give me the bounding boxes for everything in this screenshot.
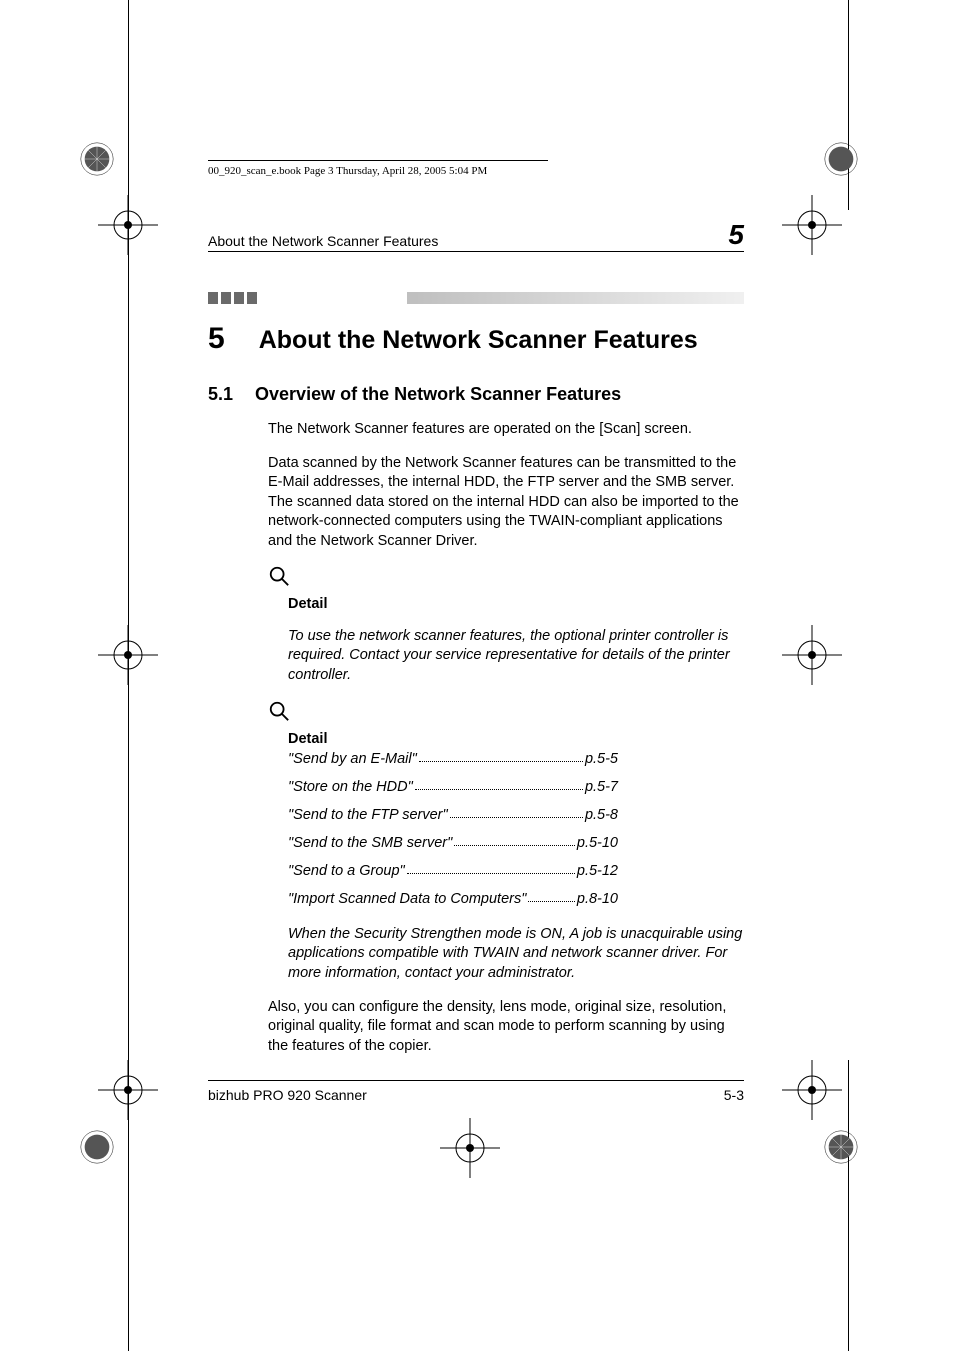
page: 00_920_scan_e.book Page 3 Thursday, Apri… [0, 0, 954, 1351]
registration-mark-icon [782, 1060, 842, 1120]
toc-entry-page: p.5-10 [577, 835, 618, 851]
toc-row: "Import Scanned Data to Computers" p.8-1… [288, 891, 618, 907]
detail-note: When the Security Strengthen mode is ON,… [288, 925, 744, 984]
magnifier-icon [268, 700, 744, 727]
toc-row: "Store on the HDD" p.5-7 [288, 779, 618, 795]
corner-ornament-icon [822, 140, 860, 178]
toc-dots [454, 835, 575, 846]
footer-right: 5-3 [724, 1087, 744, 1103]
detail-text: To use the network scanner features, the… [288, 627, 744, 686]
toc-entry-label: "Send by an E-Mail" [288, 751, 417, 767]
toc-entry-label: "Send to a Group" [288, 863, 405, 879]
footer-left: bizhub PRO 920 Scanner [208, 1087, 367, 1103]
paragraph-also: Also, you can configure the density, len… [268, 998, 744, 1057]
toc-row: "Send to the SMB server" p.5-10 [288, 835, 618, 851]
registration-mark-icon [782, 195, 842, 255]
section-heading: 5.1 Overview of the Network Scanner Feat… [208, 384, 744, 405]
toc-row: "Send to the FTP server" p.5-8 [288, 807, 618, 823]
toc-entry-label: "Store on the HDD" [288, 779, 413, 795]
chapter-number: 5 [208, 322, 225, 356]
toc-entry-label: "Send to the SMB server" [288, 835, 452, 851]
detail-toc-list: "Send by an E-Mail" p.5-5 "Store on the … [288, 751, 744, 907]
crop-vline-right-top [848, 0, 849, 210]
toc-entry-page: p.5-5 [585, 751, 618, 767]
content-area: 00_920_scan_e.book Page 3 Thursday, Apri… [208, 160, 744, 1070]
crop-header-rule [208, 160, 548, 161]
detail-label: Detail [288, 731, 744, 747]
toc-entry-page: p.5-8 [585, 807, 618, 823]
crop-vline-right-bot [848, 1060, 849, 1351]
section-title-text: Overview of the Network Scanner Features [255, 384, 621, 405]
chapter-title-text: About the Network Scanner Features [259, 326, 698, 355]
page-footer: bizhub PRO 920 Scanner 5-3 [208, 1080, 744, 1103]
toc-row: "Send to a Group" p.5-12 [288, 863, 618, 879]
registration-mark-icon [440, 1118, 500, 1178]
toc-entry-page: p.8-10 [577, 891, 618, 907]
crop-header-text: 00_920_scan_e.book Page 3 Thursday, Apri… [208, 165, 744, 177]
registration-mark-icon [98, 1060, 158, 1120]
toc-entry-page: p.5-7 [585, 779, 618, 795]
corner-ornament-icon [78, 140, 116, 178]
corner-ornament-icon [78, 1128, 116, 1166]
running-head-title: About the Network Scanner Features [208, 233, 438, 249]
registration-mark-icon [782, 625, 842, 685]
toc-entry-label: "Send to the FTP server" [288, 807, 448, 823]
toc-dots [415, 779, 583, 790]
registration-mark-icon [98, 625, 158, 685]
paragraph-description: Data scanned by the Network Scanner feat… [268, 454, 744, 552]
running-head-chapter: 5 [728, 221, 744, 249]
toc-dots [528, 891, 574, 902]
registration-mark-icon [98, 195, 158, 255]
magnifier-icon [268, 565, 744, 592]
chapter-heading: 5 About the Network Scanner Features [208, 322, 744, 356]
toc-dots [450, 807, 583, 818]
detail-label: Detail [288, 596, 744, 612]
toc-dots [407, 863, 575, 874]
running-head: About the Network Scanner Features 5 [208, 221, 744, 252]
section-number: 5.1 [208, 384, 233, 405]
body-text-block: The Network Scanner features are operate… [268, 420, 744, 1057]
toc-entry-label: "Import Scanned Data to Computers" [288, 891, 526, 907]
corner-ornament-icon [822, 1128, 860, 1166]
toc-dots [419, 751, 583, 762]
paragraph-intro: The Network Scanner features are operate… [268, 420, 744, 440]
toc-row: "Send by an E-Mail" p.5-5 [288, 751, 618, 767]
toc-entry-page: p.5-12 [577, 863, 618, 879]
decorative-bar [208, 292, 744, 304]
